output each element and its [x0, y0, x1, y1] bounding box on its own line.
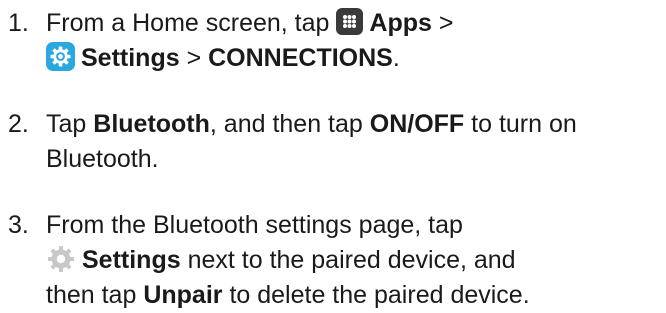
step-text-segment: then tap [46, 281, 144, 309]
step-1-line-1: 1. From a Home screen, tap Apps > [0, 6, 666, 41]
step-text-segment: . [392, 44, 400, 72]
unpair-label: Unpair [143, 281, 223, 309]
step-number: 1. [8, 9, 29, 37]
step-text-segment: to delete the paired device. [222, 281, 530, 309]
step-text: Bluetooth. [46, 145, 159, 173]
step-number: 2. [8, 110, 29, 138]
step-3-line-3: then tap Unpair to delete the paired dev… [0, 278, 666, 313]
step-text-segment: > [431, 9, 454, 37]
step-3: 3. From the Bluetooth settings page, tap [0, 208, 666, 313]
settings-icon [46, 42, 75, 71]
step-text: Settings > CONNECTIONS. [46, 41, 400, 76]
instruction-steps: 1. From a Home screen, tap Apps > Settin… [0, 0, 666, 309]
step-1: 1. From a Home screen, tap Apps > Settin… [0, 6, 666, 76]
gear-icon [46, 244, 76, 274]
bluetooth-label: Bluetooth [93, 110, 210, 138]
step-text: Tap Bluetooth, and then tap ON/OFF to tu… [46, 107, 577, 142]
apps-icon [336, 8, 364, 35]
step-text-segment: > [179, 44, 209, 72]
apps-label: Apps [369, 9, 432, 37]
step-2: 2. Tap Bluetooth, and then tap ON/OFF to… [0, 107, 666, 177]
onoff-label: ON/OFF [369, 110, 465, 138]
step-3-line-1: 3. From the Bluetooth settings page, tap [0, 208, 666, 243]
step-number: 3. [8, 211, 29, 239]
step-text-segment: next to the paired device, and [180, 246, 516, 274]
step-text: From the Bluetooth settings page, tap [46, 211, 463, 239]
step-text-segment: , and then tap [209, 110, 370, 138]
step-text: Settings next to the paired device, and [46, 243, 516, 278]
step-text-segment: Tap [46, 110, 94, 138]
step-2-line-1: 2. Tap Bluetooth, and then tap ON/OFF to… [0, 107, 666, 142]
step-3-line-2: Settings next to the paired device, and [0, 243, 666, 278]
step-1-line-2: Settings > CONNECTIONS. [0, 41, 666, 76]
settings-label: Settings [82, 246, 181, 274]
step-text: then tap Unpair to delete the paired dev… [46, 278, 530, 313]
step-text-segment: From a Home screen, tap [46, 9, 337, 37]
connections-label: CONNECTIONS [208, 44, 393, 72]
step-2-line-2: Bluetooth. [0, 142, 666, 177]
step-text-segment: to turn on [464, 110, 577, 138]
step-text: From a Home screen, tap Apps > [46, 6, 453, 41]
settings-label: Settings [81, 44, 180, 72]
